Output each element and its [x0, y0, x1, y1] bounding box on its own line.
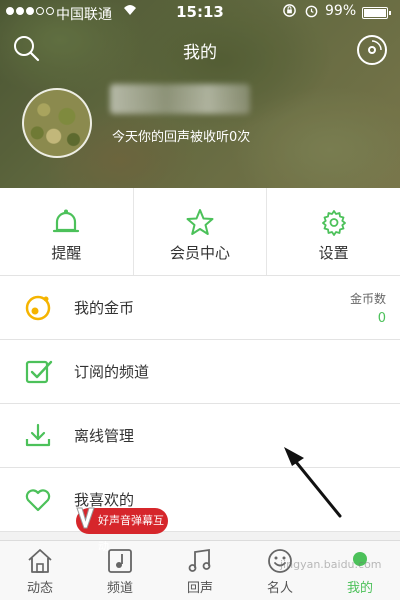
star-icon — [186, 209, 214, 235]
status-bar: 中国联通 15:13 99% — [0, 0, 400, 26]
listen-count-text: 今天你的回声被收听0次 — [112, 130, 251, 145]
battery-icon — [362, 7, 391, 19]
menu-list: 我的金币 金币数 0 订阅的频道 离线管理 我喜欢的 — [0, 276, 400, 532]
double-note-icon — [188, 548, 211, 572]
tab-label: 我的 — [346, 581, 373, 596]
settings-label: 设置 — [318, 244, 349, 262]
list-item-label: 离线管理 — [74, 427, 135, 445]
bell-icon — [53, 209, 80, 233]
coin-icon — [25, 295, 51, 321]
coin-count-value: 0 — [377, 311, 386, 326]
now-playing-button[interactable] — [356, 34, 388, 66]
rotation-lock-icon — [282, 3, 297, 22]
tab-feed[interactable]: 动态 — [0, 541, 80, 600]
tab-label: 频道 — [106, 581, 133, 596]
promo-badge[interactable]: 好声音弹幕互动 — [76, 507, 168, 553]
member-center-button[interactable]: 会员中心 — [134, 188, 268, 275]
alarm-icon — [304, 3, 319, 22]
home-icon — [28, 549, 52, 573]
list-item-label: 订阅的频道 — [74, 363, 150, 381]
list-item-subscribed-channels[interactable]: 订阅的频道 — [0, 340, 400, 404]
reminder-button[interactable]: 提醒 — [0, 188, 134, 275]
heart-icon — [25, 489, 51, 512]
tab-label: 名人 — [266, 581, 293, 596]
avatar[interactable] — [22, 88, 92, 158]
tab-echo[interactable]: 回声 — [160, 541, 240, 600]
battery-percent: 99% — [325, 3, 357, 19]
settings-button[interactable]: 设置 — [267, 188, 400, 275]
voice-logo-icon — [76, 507, 95, 529]
disc-icon — [357, 35, 387, 65]
username-blurred — [110, 84, 250, 114]
checkbox-icon — [25, 360, 53, 384]
member-center-label: 会员中心 — [170, 244, 231, 262]
coin-count-label: 金币数 — [349, 292, 386, 306]
list-item-my-coins[interactable]: 我的金币 金币数 0 — [0, 276, 400, 340]
tab-channels[interactable]: 频道 — [80, 541, 160, 600]
tab-label: 回声 — [186, 581, 213, 596]
page-title: 我的 — [183, 43, 217, 63]
tab-label: 动态 — [26, 581, 53, 596]
watermark-text: jingyan.baidu.com — [280, 558, 382, 571]
list-item-offline-management[interactable]: 离线管理 — [0, 404, 400, 468]
music-note-icon — [108, 549, 132, 573]
download-icon — [25, 423, 51, 447]
gear-icon — [321, 210, 346, 236]
list-item-label: 我的金币 — [74, 299, 135, 317]
list-item-favorites[interactable]: 我喜欢的 — [0, 468, 400, 532]
reminder-label: 提醒 — [51, 244, 82, 262]
quick-actions: 提醒 会员中心 设置 — [0, 188, 400, 276]
